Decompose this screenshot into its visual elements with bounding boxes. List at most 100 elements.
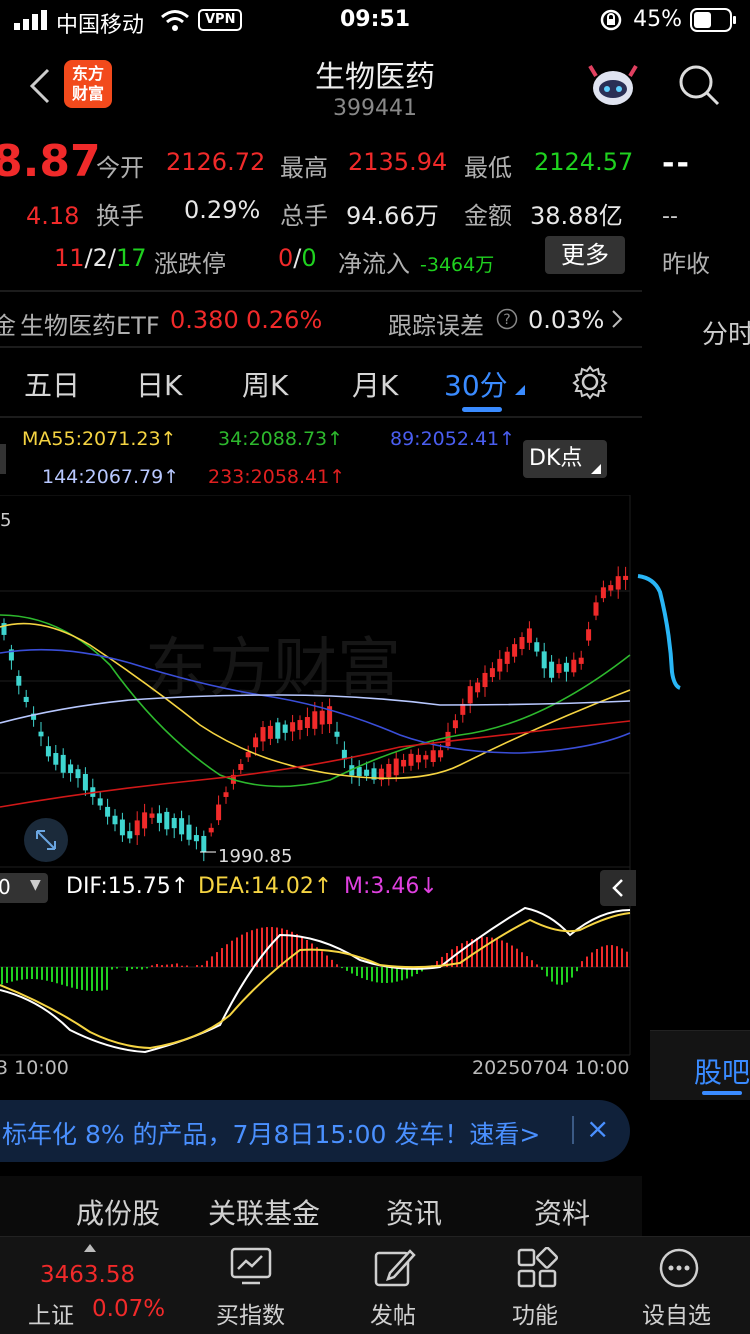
fenshi-label[interactable]: 分时 [702, 314, 750, 351]
tab-profile[interactable]: 资料 [534, 1192, 590, 1232]
time-axis-right: 20250704 10:00 [472, 1057, 630, 1079]
nav-add-watchlist[interactable]: 设自选 [642, 1296, 711, 1330]
nav-buy-index[interactable]: 买指数 [216, 1296, 285, 1330]
candle-body [275, 722, 280, 738]
candle-body [623, 576, 628, 580]
candle-body [564, 663, 569, 672]
tab-news[interactable]: 资讯 [386, 1192, 442, 1232]
inflow-value: -3464万 [420, 250, 494, 277]
robot-avatar-icon[interactable] [586, 62, 640, 110]
candle-body [431, 750, 436, 762]
etf-prefix: 金 [0, 306, 16, 341]
svg-text:?: ? [503, 312, 510, 328]
sh-index-name: 上证 [28, 1296, 74, 1330]
buy-index-icon[interactable] [230, 1247, 272, 1287]
candle-body [150, 813, 155, 817]
tab-five-day[interactable]: 五日 [24, 364, 80, 404]
candle-body [520, 637, 525, 649]
candle-body [179, 818, 184, 834]
dea-legend: DEA:14.02↑ [198, 874, 332, 899]
candle-body [172, 818, 177, 828]
candle-body [401, 760, 406, 766]
advance-count: 11 [54, 244, 85, 272]
separator: / [108, 244, 116, 272]
nav-functions[interactable]: 功能 [512, 1296, 558, 1330]
candle-body [238, 764, 243, 770]
etf-row[interactable]: 金 生物医药ETF 0.380 0.26% 跟踪误差 ? 0.03% [0, 292, 642, 346]
low-label: 最低 [464, 148, 512, 183]
apps-icon[interactable] [516, 1247, 558, 1289]
more-options-icon[interactable] [658, 1247, 700, 1289]
candle-body [616, 576, 621, 589]
candle-body [601, 587, 606, 598]
candle-body [468, 686, 473, 703]
candle-body [283, 725, 288, 733]
time-axis-left: 3 10:00 [0, 1057, 69, 1079]
placeholder-value: -- [662, 204, 678, 229]
tab-30min[interactable]: 30分 [444, 364, 508, 404]
ma55-legend: MA55:2071.23↑ [22, 428, 176, 450]
dif-legend: DIF:15.75↑ [66, 874, 189, 899]
candle-body [423, 755, 428, 759]
candle-body [46, 746, 51, 756]
candle-body [305, 717, 310, 728]
candle-body [24, 697, 29, 702]
etf-pct: 0.26% [246, 306, 322, 334]
tracking-error-label: 跟踪误差 [388, 306, 484, 341]
volume-value: 94.66万 [346, 196, 439, 231]
grid-lines [0, 495, 630, 1055]
candle-body [53, 753, 58, 765]
more-button[interactable]: 更多 [545, 236, 625, 274]
candle-body [268, 726, 273, 739]
amount-label: 金额 [464, 196, 512, 231]
candle-body [527, 628, 532, 642]
close-icon[interactable]: × [586, 1112, 609, 1145]
candle-body [542, 651, 547, 668]
candle-body [98, 798, 103, 805]
candle-body [497, 659, 502, 672]
collapse-panel-button[interactable] [600, 870, 636, 906]
tab-constituents[interactable]: 成份股 [76, 1192, 160, 1232]
search-icon[interactable] [676, 62, 722, 108]
time-share-panel: 分时 [642, 292, 750, 1028]
tab-related-funds[interactable]: 关联基金 [208, 1192, 320, 1232]
candle-body [142, 812, 147, 828]
volume-label: 总手 [280, 196, 328, 231]
price-axis-top: 5 [0, 510, 11, 531]
nav-post[interactable]: 发帖 [370, 1296, 416, 1330]
chevron-right-icon [610, 308, 624, 330]
candle-body [579, 658, 584, 664]
compose-icon[interactable] [374, 1247, 416, 1289]
tracking-error-value: 0.03% [528, 306, 604, 334]
turnover-value: 0.29% [184, 196, 260, 224]
promo-text[interactable]: 标年化 8% 的产品，7月8日15:00 发车！速看> [2, 1115, 540, 1151]
tab-day-k[interactable]: 日K [136, 364, 182, 404]
dropdown-triangle-icon [591, 464, 601, 474]
dea-line [0, 913, 630, 1048]
candle-body [120, 820, 125, 836]
tab-week-k[interactable]: 周K [242, 364, 288, 404]
battery-percent: 45% [633, 7, 682, 32]
macd-selector[interactable]: 0 ▼ [0, 873, 48, 903]
guba-tab[interactable]: 股吧 [650, 1030, 750, 1100]
candle-body [164, 812, 169, 829]
sh-index-value[interactable]: 3463.58 [40, 1262, 135, 1288]
prev-close-value: -- [662, 146, 691, 181]
candle-body [571, 660, 576, 673]
candle-body [298, 720, 303, 730]
candle-body [187, 825, 192, 840]
gear-icon[interactable] [572, 364, 608, 400]
candle-body [586, 629, 591, 640]
candle-body [39, 732, 44, 737]
guba-label: 股吧 [694, 1051, 750, 1091]
candle-body [483, 673, 488, 687]
candle-body [335, 732, 340, 737]
question-icon[interactable]: ? [496, 308, 518, 330]
chevron-left-icon [600, 870, 636, 906]
tab-month-k[interactable]: 月K [352, 364, 398, 404]
candle-body [505, 652, 510, 664]
candle-body [453, 720, 458, 728]
candle-body [386, 764, 391, 777]
kline-chart[interactable]: 东方财富 5 1990.85 [0, 495, 642, 1087]
candle-body [157, 813, 162, 823]
